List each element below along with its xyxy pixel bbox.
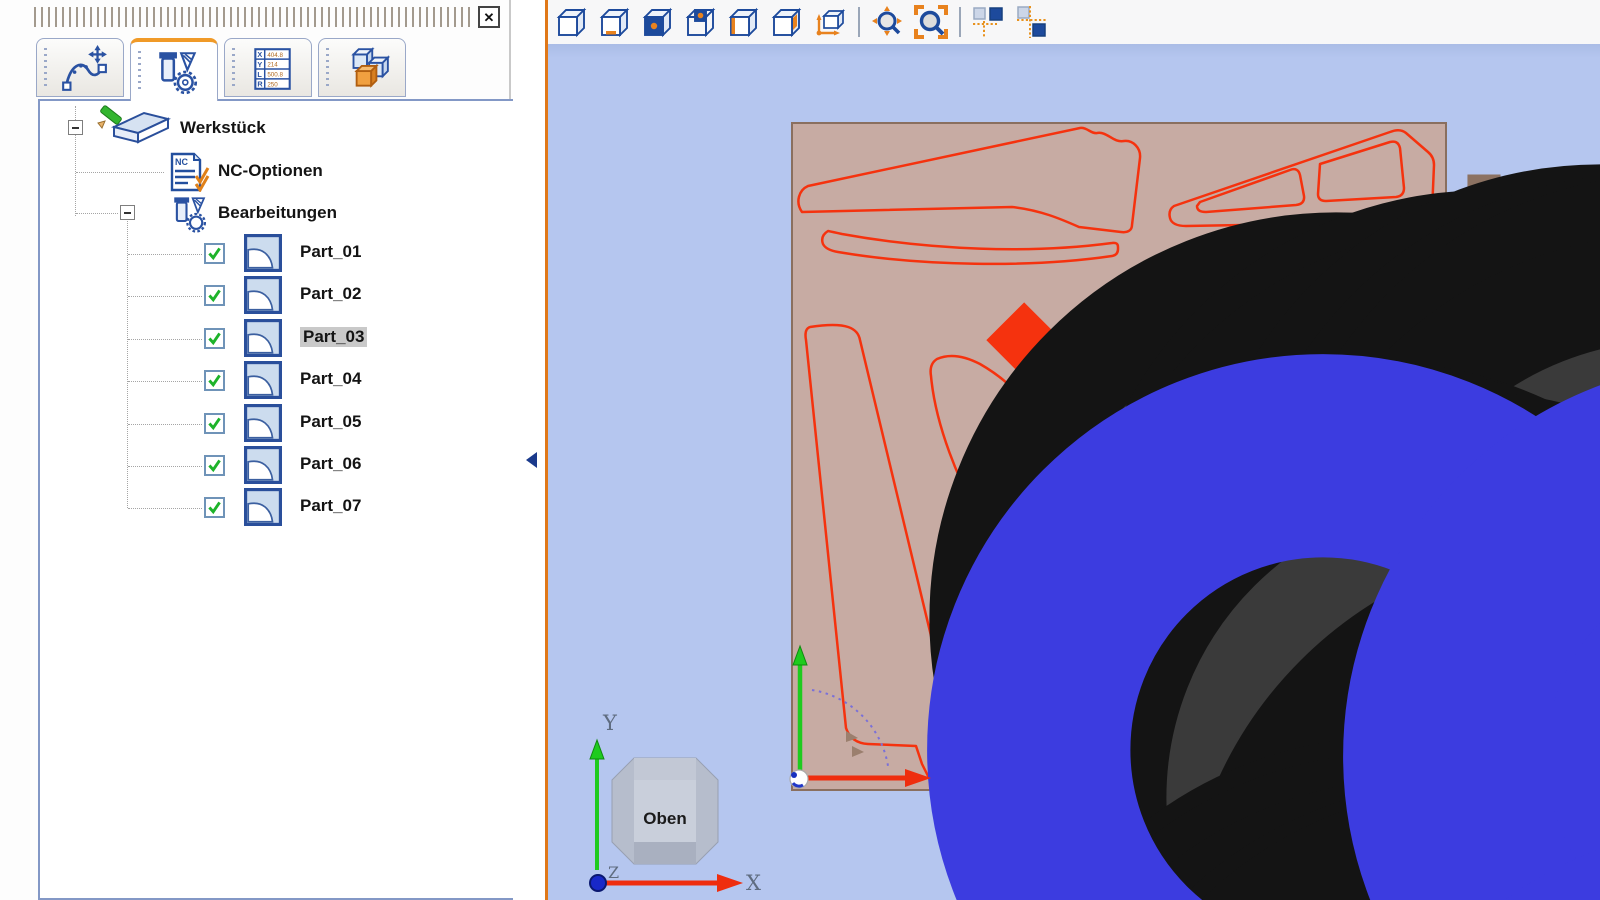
part-label: Part_07 [300, 496, 361, 516]
x-axis-label: X [746, 871, 761, 895]
checkbox-checked[interactable] [204, 285, 225, 306]
checkbox-checked[interactable] [204, 370, 225, 391]
toolbar-separator [858, 7, 860, 37]
stock-table-icon: X Y L R 404.8 214 500.8 250 [247, 44, 297, 94]
part-label: Part_03 [300, 327, 367, 347]
collapse-minus-box[interactable] [68, 120, 83, 135]
tree-item-label: NC-Optionen [218, 161, 323, 181]
view-back-icon[interactable] [682, 3, 720, 41]
workplane-front-icon[interactable] [1013, 3, 1051, 41]
tab-grip-dots [232, 48, 235, 87]
checkmark-icon [206, 330, 223, 347]
checkmark-icon [206, 457, 223, 474]
panel-splitter[interactable] [513, 0, 545, 900]
zoom-window-icon[interactable] [912, 3, 950, 41]
tab-grip-dots [44, 48, 47, 87]
panel-close-button[interactable]: ✕ [478, 6, 500, 28]
workplane-top-icon[interactable] [970, 3, 1008, 41]
checkmark-icon [206, 287, 223, 304]
checkbox-checked[interactable] [204, 243, 225, 264]
checkbox-checked[interactable] [204, 413, 225, 434]
nesting-scene: Oben Y X Z [548, 44, 1600, 900]
view-front-solid-icon[interactable] [639, 3, 677, 41]
collapse-minus-box[interactable] [120, 205, 135, 220]
z-axis-label: Z [608, 863, 619, 882]
tab-grip-dots [326, 48, 329, 87]
svg-text:500.8: 500.8 [267, 72, 283, 79]
part-contour-icon [244, 361, 282, 399]
part-contour-icon [244, 446, 282, 484]
part-label: Part_01 [300, 242, 361, 262]
tree-item-label: Bearbeitungen [218, 203, 337, 223]
part-contour-icon [244, 276, 282, 314]
svg-text:Y: Y [257, 60, 262, 69]
application-window: { "window": { "close_glyph": "✕" }, "sid… [0, 0, 1600, 900]
part-contour-icon [244, 488, 282, 526]
checkmark-icon [206, 415, 223, 432]
svg-text:404.8: 404.8 [267, 52, 283, 59]
part-label: Part_05 [300, 412, 361, 432]
view-cube-face-label: Oben [643, 809, 686, 828]
sidebar-panel: ✕ [0, 0, 511, 900]
tab-machining[interactable] [130, 38, 218, 101]
machining-tool-icon [153, 47, 203, 97]
view-right-icon[interactable] [768, 3, 806, 41]
view-axonometric-icon[interactable] [811, 3, 849, 41]
tree-item-part[interactable]: Part_07 [40, 487, 522, 529]
panel-drag-handle[interactable] [34, 7, 474, 27]
checkmark-icon [206, 499, 223, 516]
stacked-cubes-icon [341, 44, 391, 94]
collapse-panel-arrow-icon[interactable] [526, 452, 537, 468]
svg-text:L: L [257, 70, 262, 79]
tree-connector [76, 213, 118, 214]
svg-text:X: X [257, 50, 262, 59]
curve-nodes-icon [59, 44, 109, 94]
part-contour-icon [244, 404, 282, 442]
checkbox-checked[interactable] [204, 497, 225, 518]
tab-grip-dots [138, 51, 141, 92]
view-front-icon[interactable] [553, 3, 591, 41]
checkmark-icon [206, 372, 223, 389]
operations-icon [168, 193, 212, 235]
operations-tree: Werkstück NC NC-Optionen [38, 99, 524, 900]
part-label: Part_04 [300, 369, 361, 389]
z-axis-dot [590, 875, 606, 891]
tree-item-part-selected[interactable]: Part_03 [40, 318, 522, 360]
view-left-icon[interactable] [725, 3, 763, 41]
svg-text:214: 214 [267, 62, 278, 69]
part-label: Part_02 [300, 284, 361, 304]
tree-item-part[interactable]: Part_04 [40, 360, 522, 402]
part-contour-icon [244, 234, 282, 272]
checkbox-checked[interactable] [204, 455, 225, 476]
view-bottom-icon[interactable] [596, 3, 634, 41]
viewport-toolbar [548, 0, 1600, 44]
part-label: Part_06 [300, 454, 361, 474]
svg-text:R: R [257, 80, 263, 89]
workpiece-icon [92, 105, 172, 147]
tree-item-label: Werkstück [180, 118, 266, 138]
tab-stock-dimensions[interactable]: X Y L R 404.8 214 500.8 250 [224, 38, 312, 97]
sidebar-tabs: X Y L R 404.8 214 500.8 250 [36, 38, 406, 100]
part-contour-icon [244, 319, 282, 357]
graphics-viewport[interactable]: Oben Y X Z [548, 44, 1600, 900]
svg-text:NC: NC [175, 157, 188, 167]
tree-item-part[interactable]: Part_05 [40, 403, 522, 445]
tree-item-part[interactable]: Part_01 [40, 233, 522, 275]
checkbox-checked[interactable] [204, 328, 225, 349]
toolbar-separator [959, 7, 961, 37]
tab-parts-stack[interactable] [318, 38, 406, 97]
tree-connector [76, 172, 164, 173]
svg-text:250: 250 [267, 82, 278, 89]
checkmark-icon [206, 245, 223, 262]
y-axis-label: Y [602, 711, 618, 735]
tree-item-part[interactable]: Part_06 [40, 445, 522, 487]
tree-item-part[interactable]: Part_02 [40, 275, 522, 317]
tab-geometry[interactable] [36, 38, 124, 97]
nc-options-icon: NC [168, 152, 210, 192]
zoom-fit-icon[interactable] [869, 3, 907, 41]
view-cube[interactable]: Oben [612, 758, 718, 864]
